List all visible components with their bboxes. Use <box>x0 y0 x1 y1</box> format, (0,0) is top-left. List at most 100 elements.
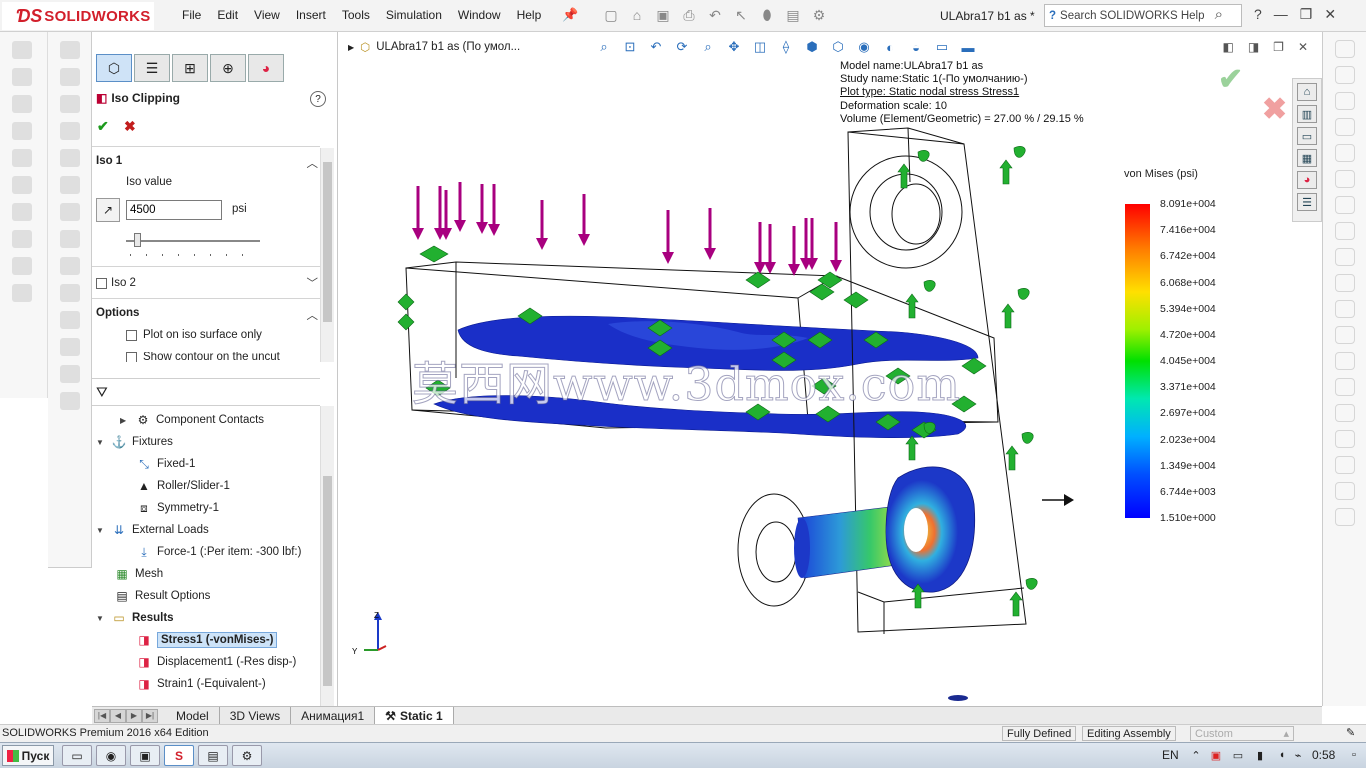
explorer-task-icon[interactable]: ▭ <box>62 745 92 766</box>
tree-item-external-loads[interactable]: ▼ ⇊ External Loads <box>96 522 209 538</box>
restore-icon[interactable]: ❐ <box>1300 6 1313 23</box>
sketch-tool-icon[interactable] <box>1335 378 1355 396</box>
open-icon[interactable]: ⌂ <box>626 5 648 25</box>
expand-chevron-icon[interactable]: ﹀ <box>307 275 319 291</box>
language-indicator[interactable]: EN <box>1162 748 1179 762</box>
toolbar-tool-icon[interactable] <box>12 257 32 275</box>
help-search-input[interactable]: ? Search SOLIDWORKS Help ⌕ <box>1044 4 1242 27</box>
toolbar-tool-icon[interactable] <box>60 392 80 410</box>
tab-animation[interactable]: Анимация1 <box>291 706 376 725</box>
tree-item-displacement[interactable]: ◨ Displacement1 (-Res disp-) <box>136 654 296 670</box>
toolbar-tool-icon[interactable] <box>60 95 80 113</box>
tree-item-stress[interactable]: ◨ Stress1 (-vonMises-) <box>136 632 278 648</box>
ok-button[interactable]: ✔ <box>97 118 109 135</box>
tree-filter[interactable]: ⛛ <box>92 378 320 406</box>
browser-task-icon[interactable]: ◉ <box>96 745 126 766</box>
sketch-tool-icon[interactable] <box>1335 144 1355 162</box>
tab-feature-manager[interactable]: ⬡ <box>96 54 132 82</box>
print-icon[interactable]: ⎙ <box>678 5 700 25</box>
menu-help[interactable]: Help <box>509 8 550 22</box>
first-tab-icon[interactable]: |◀ <box>94 708 110 723</box>
tab-3d-views[interactable]: 3D Views <box>220 706 292 725</box>
toolbar-tool-icon[interactable] <box>60 257 80 275</box>
sketch-tool-icon[interactable] <box>1335 196 1355 214</box>
rebuild-icon[interactable]: ⬮ <box>756 5 778 25</box>
sketch-tool-icon[interactable] <box>1335 92 1355 110</box>
tree-item-component-contacts[interactable]: ▶ ⚙ Component Contacts <box>120 412 264 428</box>
sketch-tool-icon[interactable] <box>1335 274 1355 292</box>
tree-scrollbar[interactable] <box>320 406 334 706</box>
units-selector[interactable]: Custom ▴ <box>1190 726 1294 741</box>
network-icon[interactable]: ▮ <box>1252 747 1268 763</box>
power-icon[interactable]: ⌁ <box>1290 747 1306 763</box>
tab-model[interactable]: Model <box>166 706 220 725</box>
menu-tools[interactable]: Tools <box>334 8 378 22</box>
toolbar-tool-icon[interactable] <box>60 176 80 194</box>
iso2-checkbox[interactable] <box>96 277 107 289</box>
toolbar-tool-icon[interactable] <box>12 284 32 302</box>
tree-item-strain[interactable]: ◨ Strain1 (-Equivalent-) <box>136 676 265 692</box>
cancel-button[interactable]: ✖ <box>124 118 136 135</box>
sketch-tool-icon[interactable] <box>1335 456 1355 474</box>
options-gear-icon[interactable]: ⚙ <box>808 5 830 25</box>
appearances-icon[interactable]: ◕ <box>1297 171 1317 189</box>
system-clock[interactable]: 0:58 <box>1312 748 1335 762</box>
show-desktop-icon[interactable]: ▫ <box>1346 747 1362 763</box>
plot-iso-checkbox[interactable] <box>126 329 137 341</box>
toolbar-tool-icon[interactable] <box>60 365 80 383</box>
units-dropdown-icon[interactable]: ▴ <box>1283 727 1289 740</box>
sketch-tool-icon[interactable] <box>1335 66 1355 84</box>
tray-expand-icon[interactable]: ⌃ <box>1188 747 1204 763</box>
iso-value-input[interactable] <box>126 200 222 220</box>
tray-app-icon[interactable]: ▣ <box>1208 747 1224 763</box>
pm-help-icon[interactable]: ? <box>310 91 326 107</box>
sketch-tool-icon[interactable] <box>1335 118 1355 136</box>
select-icon[interactable]: ↖ <box>730 5 752 25</box>
next-tab-icon[interactable]: ▶ <box>126 708 142 723</box>
toolbar-tool-icon[interactable] <box>12 122 32 140</box>
expand-arrow-icon[interactable]: ▶ <box>120 416 130 425</box>
sketch-tool-icon[interactable] <box>1335 430 1355 448</box>
toolbar-tool-icon[interactable] <box>12 41 32 59</box>
iso1-group-header[interactable]: Iso 1 ︿ <box>96 155 318 171</box>
toolbar-tool-icon[interactable] <box>12 95 32 113</box>
tree-item-fixed[interactable]: ⤡ Fixed-1 <box>136 456 195 472</box>
toolbar-tool-icon[interactable] <box>60 284 80 302</box>
pm-scroll-thumb[interactable] <box>323 162 332 322</box>
tree-item-results[interactable]: ▼ ▭ Results <box>96 610 174 626</box>
sketch-tool-icon[interactable] <box>1335 40 1355 58</box>
toolbar-tool-icon[interactable] <box>60 230 80 248</box>
tab-static-study[interactable]: ⚒ Static 1 <box>375 706 454 725</box>
sketch-tool-icon[interactable] <box>1335 508 1355 526</box>
options-group-header[interactable]: Options ︿ <box>96 307 318 323</box>
collapse-arrow-icon[interactable]: ▼ <box>96 438 106 447</box>
sketch-tool-icon[interactable] <box>1335 248 1355 266</box>
toolbar-tool-icon[interactable] <box>12 203 32 221</box>
close-icon[interactable]: ✕ <box>1324 6 1336 23</box>
document-task-icon[interactable]: ▤ <box>198 745 228 766</box>
menu-window[interactable]: Window <box>450 8 509 22</box>
customize-status-icon[interactable]: ✎ <box>1346 726 1355 739</box>
tab-configuration-manager[interactable]: ⊞ <box>172 54 208 82</box>
graphics-area[interactable]: ▶ ⬡ ULAbra17 b1 as (По умол... ⌕ ⊡ ↶ ⟳ ⌕… <box>338 32 1322 706</box>
iso2-toggle[interactable]: Iso 2 <box>96 275 136 291</box>
toolbar-tool-icon[interactable] <box>60 203 80 221</box>
undo-icon[interactable]: ↶ <box>704 5 726 25</box>
tool-task-icon[interactable]: ⚙ <box>232 745 262 766</box>
collapse-arrow-icon[interactable]: ▼ <box>96 614 106 623</box>
solidworks-task-icon[interactable]: S <box>164 745 194 766</box>
tree-scroll-thumb[interactable] <box>323 476 332 686</box>
home-icon[interactable]: ⌂ <box>1297 83 1317 101</box>
sketch-tool-icon[interactable] <box>1335 300 1355 318</box>
file-explorer-icon[interactable]: ▭ <box>1297 127 1317 145</box>
sketch-tool-icon[interactable] <box>1335 222 1355 240</box>
option-show-contour[interactable]: Show contour on the uncut <box>126 352 280 362</box>
menu-edit[interactable]: Edit <box>209 8 246 22</box>
sketch-tool-icon[interactable] <box>1335 170 1355 188</box>
tree-item-roller[interactable]: ▲ Roller/Slider-1 <box>136 478 230 494</box>
toolbar-tool-icon[interactable] <box>12 68 32 86</box>
filter-icon[interactable]: ⛛ <box>96 384 108 401</box>
tree-item-force[interactable]: ⤓ Force-1 (:Per item: -300 lbf:) <box>136 544 301 560</box>
prev-tab-icon[interactable]: ◀ <box>110 708 126 723</box>
view-palette-icon[interactable]: ▦ <box>1297 149 1317 167</box>
